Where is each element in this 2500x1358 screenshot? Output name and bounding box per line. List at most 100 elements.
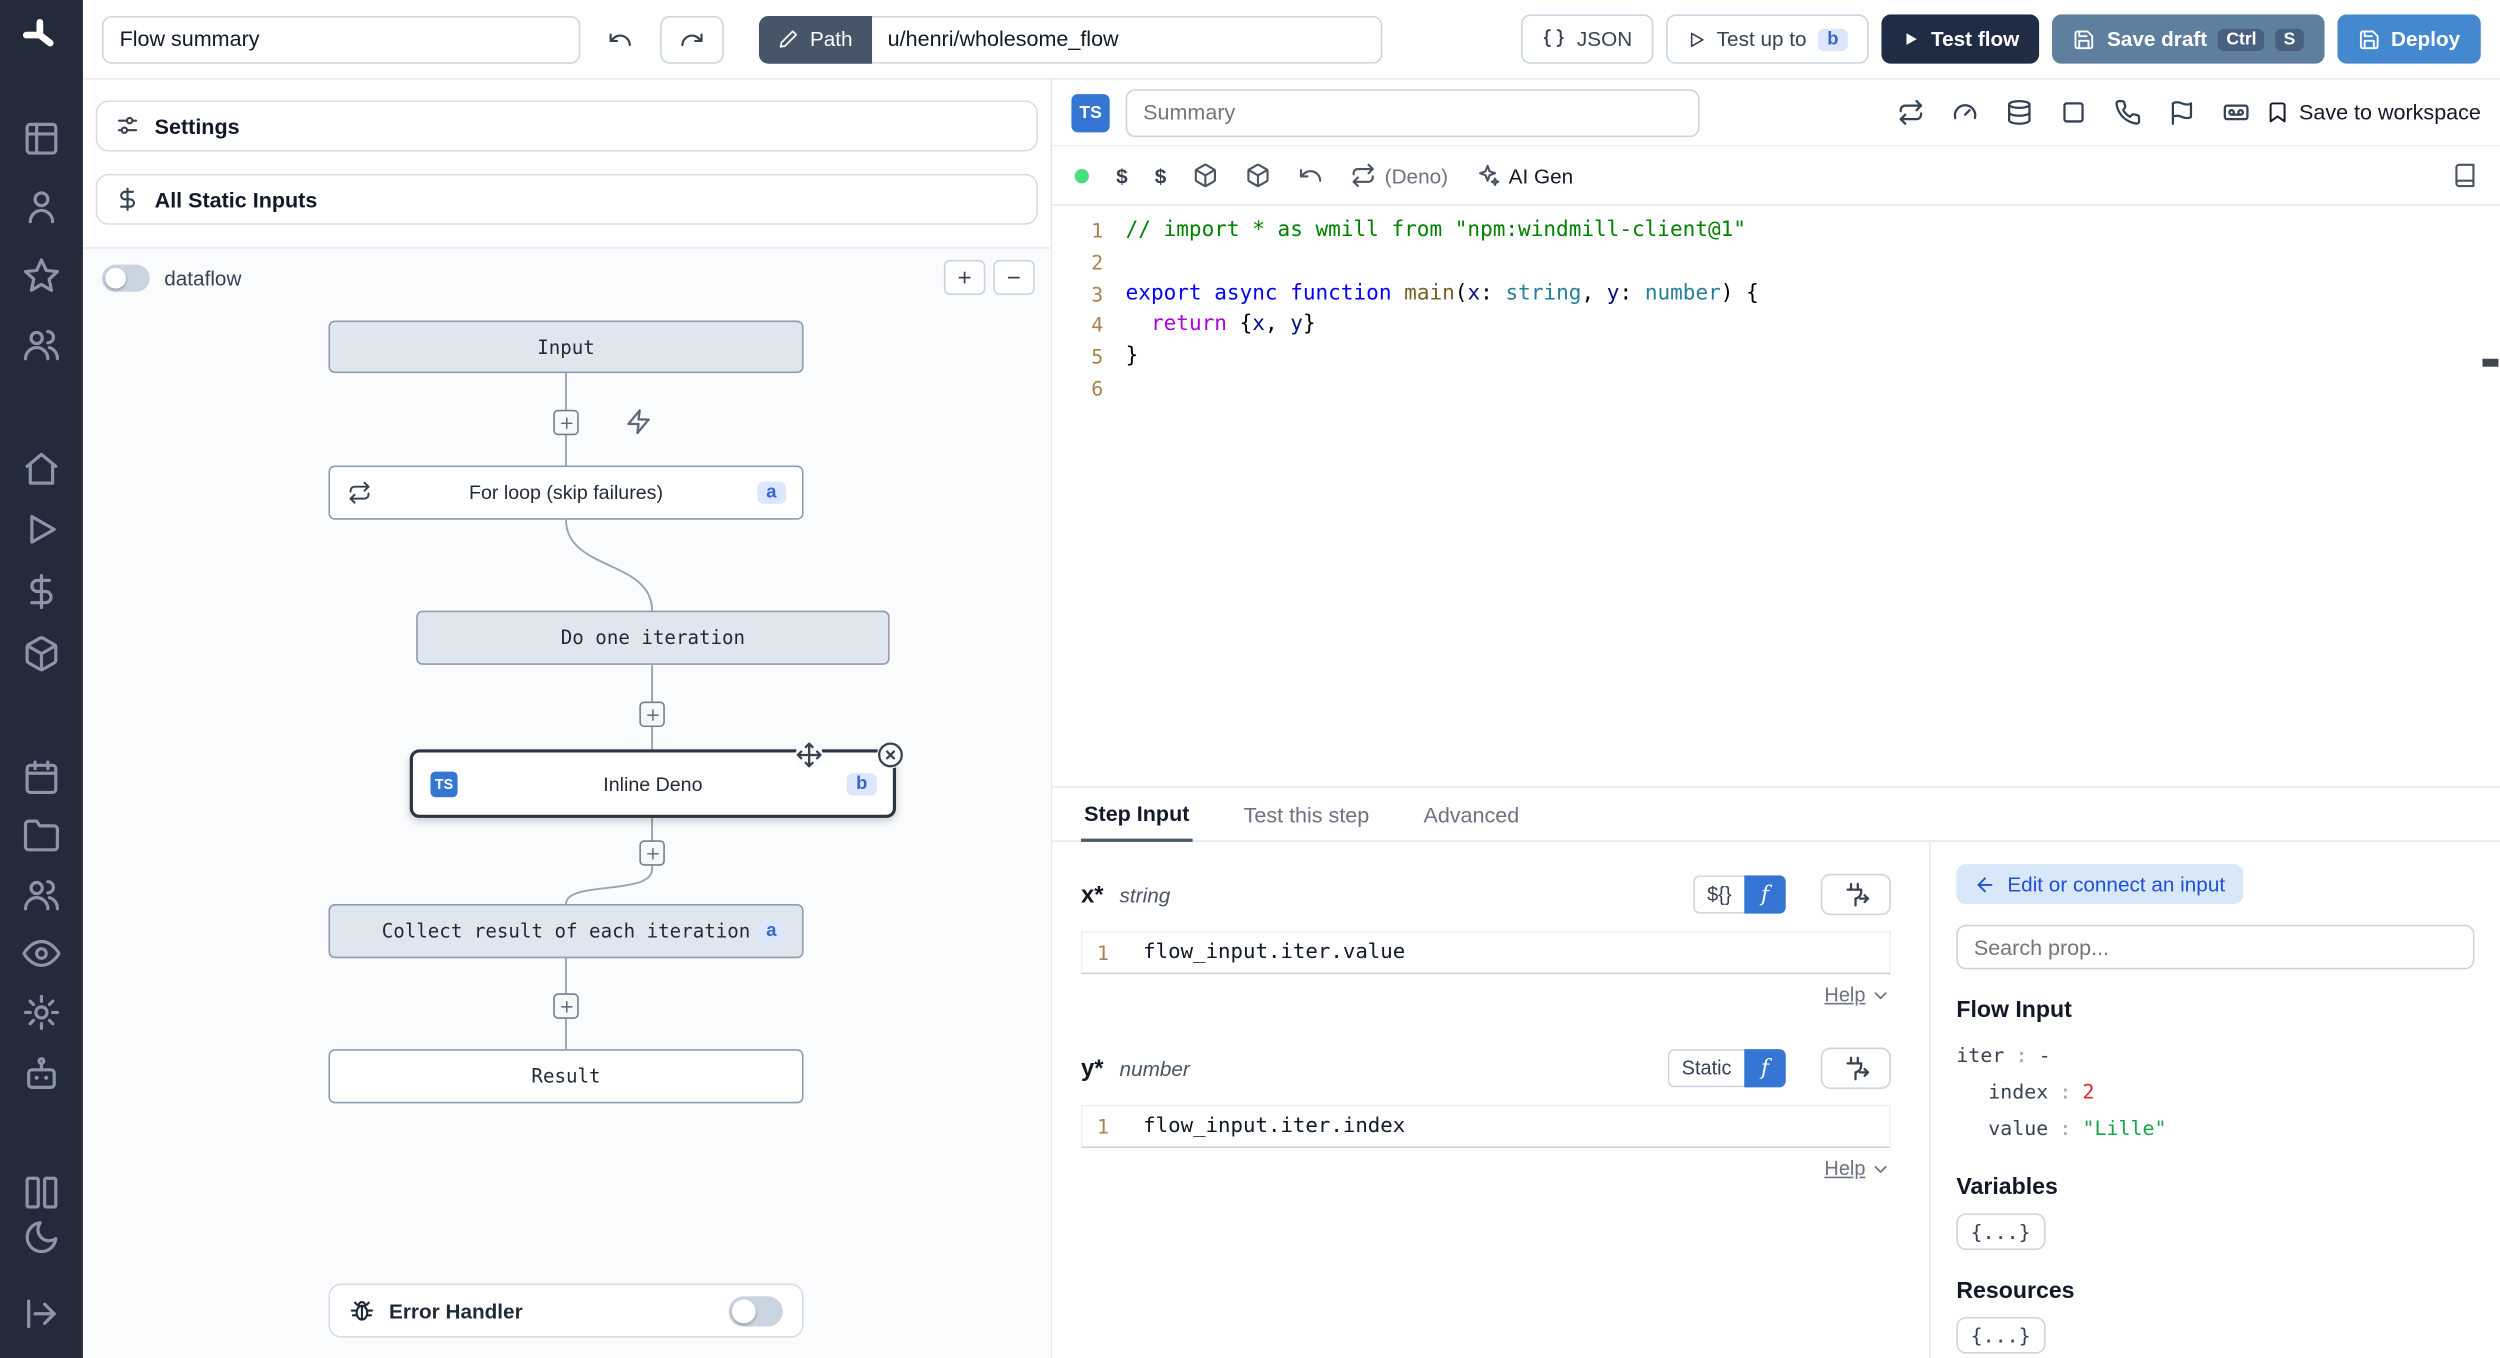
redo-button[interactable]: [660, 15, 724, 63]
field-x-mode-label[interactable]: ${}: [1692, 875, 1745, 914]
prop-index[interactable]: index:2: [1956, 1073, 2474, 1110]
node-forloop[interactable]: For loop (skip failures) a: [328, 465, 804, 520]
panels-icon[interactable]: [22, 1173, 60, 1211]
code-editor[interactable]: 123456 // import * as wmill from "npm:wi…: [1052, 206, 2500, 785]
all-static-inputs-row[interactable]: All Static Inputs: [95, 173, 1038, 225]
move-node-icon[interactable]: [795, 741, 823, 769]
field-y-expr-editor[interactable]: 1 flow_input.iter.index: [1080, 1104, 1891, 1148]
delete-node-icon[interactable]: [876, 741, 905, 769]
summary-input[interactable]: [1125, 88, 1700, 137]
dataflow-toggle-row: dataflow: [102, 264, 241, 292]
field-x-expr: flow_input.iter.value: [1143, 940, 1406, 965]
save-to-workspace-button[interactable]: Save to workspace: [2266, 100, 2481, 124]
field-y-fx-button[interactable]: f: [1744, 1049, 1786, 1088]
path-input[interactable]: [871, 15, 1382, 63]
moon-icon[interactable]: [22, 1218, 60, 1256]
node-forloop-badge: a: [756, 481, 787, 504]
windmill-logo[interactable]: [21, 16, 59, 54]
add-step-button-2[interactable]: [639, 701, 665, 728]
tab-advanced[interactable]: Advanced: [1420, 794, 1522, 840]
variables-expand-button[interactable]: {...}: [1956, 1213, 2046, 1251]
test-flow-button[interactable]: Test flow: [1881, 14, 2040, 64]
eye-icon[interactable]: [22, 934, 61, 972]
tab-test-this-step[interactable]: Test this step: [1240, 794, 1372, 840]
scrollbar-thumb[interactable]: [2482, 358, 2499, 367]
prop-value[interactable]: value: "Lille": [1956, 1110, 2474, 1147]
add-step-button-4[interactable]: [553, 993, 579, 1019]
node-iteration[interactable]: Do one iteration: [416, 610, 890, 665]
step-tabs: Step Input Test this step Advanced: [1052, 788, 2500, 842]
tab-step-input[interactable]: Step Input: [1080, 792, 1193, 842]
calendar-icon[interactable]: [22, 759, 60, 797]
node-input[interactable]: Input: [328, 320, 804, 374]
add-step-button-1[interactable]: [553, 409, 579, 436]
trigger-zap-icon[interactable]: [625, 408, 652, 435]
undo-button[interactable]: [593, 15, 648, 63]
field-x-expr-editor[interactable]: 1 flow_input.iter.value: [1080, 931, 1891, 975]
table-icon[interactable]: [22, 120, 60, 158]
ai-gen-button[interactable]: AI Gen: [1475, 163, 1573, 189]
deploy-button[interactable]: Deploy: [2336, 14, 2481, 64]
group-icon[interactable]: [22, 875, 60, 913]
edit-or-connect-button[interactable]: Edit or connect an input: [1956, 864, 2243, 905]
square-icon[interactable]: [2060, 99, 2087, 126]
star-icon[interactable]: [22, 257, 60, 295]
package-icon-2[interactable]: [1246, 163, 1272, 189]
repeat-icon[interactable]: [1897, 99, 1924, 126]
plug-icon: [1842, 1055, 1869, 1082]
help-link[interactable]: Help: [1824, 984, 1865, 1006]
chevron-down-icon[interactable]: [1870, 985, 1891, 1006]
resources-expand-button[interactable]: {...}: [1956, 1316, 2046, 1354]
path-button[interactable]: Path: [758, 15, 872, 63]
node-inline-deno[interactable]: TS Inline Deno b: [409, 749, 897, 818]
fields-column: x* string ${} f 1 flow_input.iter.value: [1052, 842, 1929, 1358]
field-y-connect-button[interactable]: [1820, 1047, 1891, 1089]
expand-icon[interactable]: [22, 1295, 60, 1333]
add-step-button-3[interactable]: [639, 840, 665, 866]
dollar-icon[interactable]: [22, 572, 60, 610]
database-icon[interactable]: [2006, 99, 2033, 126]
prop-search-input[interactable]: [1956, 924, 2475, 970]
field-x-fx-button[interactable]: f: [1744, 875, 1786, 914]
box-icon[interactable]: [22, 635, 60, 673]
book-icon[interactable]: [2452, 163, 2478, 189]
tape-icon[interactable]: [2222, 99, 2249, 126]
deno-runtime-button[interactable]: (Deno): [1351, 163, 1448, 189]
field-y-mode-label[interactable]: Static: [1667, 1049, 1745, 1088]
home-icon[interactable]: [22, 450, 60, 488]
play-icon[interactable]: [22, 510, 60, 548]
play-outline-icon: [1686, 29, 1705, 48]
phone-icon[interactable]: [2114, 99, 2141, 126]
resources-title: Resources: [1956, 1278, 2075, 1305]
error-handler-row[interactable]: Error Handler: [328, 1283, 804, 1338]
help-link[interactable]: Help: [1824, 1158, 1865, 1180]
node-result[interactable]: Result: [328, 1049, 804, 1104]
bot-icon[interactable]: [22, 1054, 60, 1092]
user-icon[interactable]: [22, 188, 60, 226]
test-up-to-button[interactable]: Test up to b: [1665, 14, 1869, 64]
flow-summary-input[interactable]: [102, 15, 581, 63]
chevron-down-icon[interactable]: [1870, 1158, 1891, 1179]
gear-icon[interactable]: [22, 993, 60, 1031]
deploy-icon: [2358, 28, 2380, 50]
field-x-connect-button[interactable]: [1820, 873, 1891, 916]
dataflow-toggle[interactable]: [102, 264, 150, 292]
undo-icon: [607, 26, 633, 52]
flag-icon[interactable]: [2168, 99, 2195, 126]
users-icon[interactable]: [22, 325, 60, 363]
package-icon-1[interactable]: [1193, 163, 1219, 189]
save-draft-button[interactable]: Save draft Ctrl S: [2052, 14, 2325, 64]
dollar-tool-1[interactable]: $: [1116, 163, 1128, 187]
reset-icon[interactable]: [1299, 163, 1325, 189]
folder-icon[interactable]: [22, 816, 60, 854]
zoom-out-button[interactable]: −: [993, 259, 1035, 295]
zoom-in-button[interactable]: +: [943, 259, 986, 295]
dollar-tool-2[interactable]: $: [1155, 163, 1167, 187]
settings-row[interactable]: Settings: [95, 100, 1038, 152]
node-collect[interactable]: Collect result of each iteration a: [328, 904, 804, 959]
gauge-icon[interactable]: [1951, 99, 1978, 126]
prop-iter[interactable]: iter: -: [1956, 1036, 2474, 1073]
code-lines[interactable]: // import * as wmill from "npm:windmill-…: [1126, 215, 2500, 784]
error-handler-toggle[interactable]: [728, 1295, 783, 1326]
json-button[interactable]: JSON: [1521, 14, 1653, 64]
